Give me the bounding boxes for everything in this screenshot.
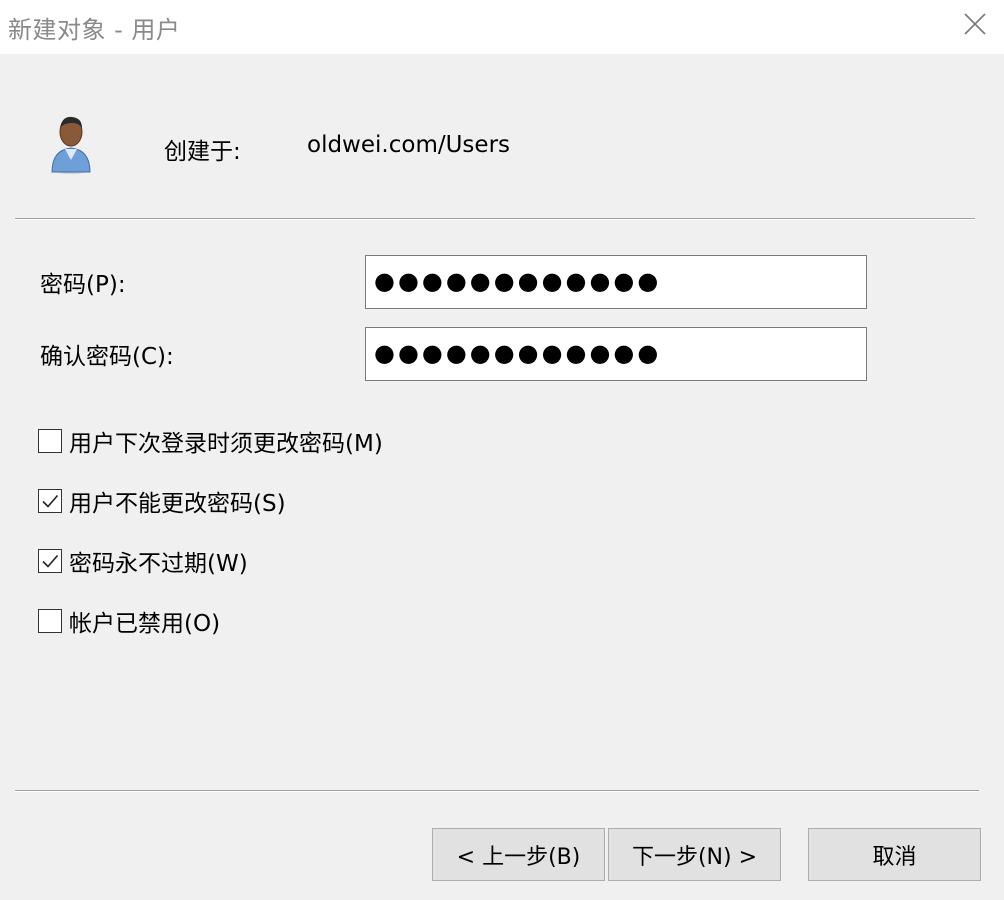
close-icon [964, 13, 986, 35]
back-button[interactable]: < 上一步(B) [432, 828, 605, 881]
checkbox-label: 用户不能更改密码(S) [69, 491, 286, 517]
next-button[interactable]: 下一步(N) > [608, 828, 781, 881]
title-bar: 新建对象 - 用户 [0, 0, 1004, 54]
bottom-divider [15, 790, 979, 792]
checkbox-label: 密码永不过期(W) [69, 551, 248, 577]
checkbox-label: 用户下次登录时须更改密码(M) [69, 431, 383, 457]
checkbox-label: 帐户已禁用(O) [69, 611, 221, 637]
checkbox-cannot-change-password[interactable]: 用户不能更改密码(S) [38, 486, 286, 517]
checkmark-icon [42, 494, 59, 508]
cancel-button[interactable]: 取消 [808, 828, 981, 881]
checkbox-box[interactable] [38, 609, 62, 633]
password-input[interactable]: ●●●●●●●●●●●● [365, 255, 867, 309]
password-label: 密码(P): [40, 272, 126, 298]
checkmark-icon [42, 554, 59, 568]
checkbox-box[interactable] [38, 489, 62, 513]
checkbox-password-never-expires[interactable]: 密码永不过期(W) [38, 546, 248, 577]
user-icon [51, 116, 91, 174]
checkbox-must-change-password[interactable]: 用户下次登录时须更改密码(M) [38, 426, 383, 457]
top-divider [15, 218, 975, 220]
confirm-password-label: 确认密码(C): [40, 344, 174, 370]
checkbox-account-disabled[interactable]: 帐户已禁用(O) [38, 606, 221, 637]
checkbox-box[interactable] [38, 549, 62, 573]
close-button[interactable] [948, 0, 1002, 48]
created-in-path: oldwei.com/Users [307, 132, 511, 158]
created-in-label: 创建于: [164, 139, 241, 165]
confirm-password-input[interactable]: ●●●●●●●●●●●● [365, 327, 867, 381]
checkbox-box[interactable] [38, 429, 62, 453]
window-title: 新建对象 - 用户 [8, 16, 181, 44]
